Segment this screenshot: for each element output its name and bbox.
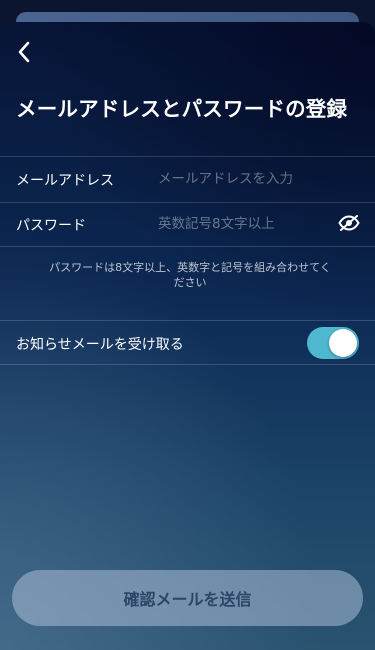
divider [0, 320, 375, 321]
password-input[interactable] [158, 212, 328, 236]
chevron-left-icon [18, 41, 30, 63]
email-label: メールアドレス [16, 173, 114, 189]
registration-sheet: メールアドレスとパスワードの登録 メールアドレス パスワード パスワードは8文字… [0, 22, 375, 650]
newsletter-label: お知らせメールを受け取る [16, 337, 184, 353]
back-button[interactable] [10, 38, 38, 66]
eye-off-icon [338, 215, 360, 231]
divider [0, 202, 375, 203]
divider [0, 246, 375, 247]
newsletter-toggle[interactable] [307, 327, 359, 359]
password-visibility-toggle[interactable] [336, 212, 362, 234]
divider [0, 156, 375, 157]
toggle-knob [329, 329, 357, 357]
send-confirmation-button[interactable]: 確認メールを送信 [12, 570, 363, 626]
password-hint: パスワードは8文字以上、英数字と記号を組み合わせてください [49, 261, 331, 289]
password-label: パスワード [16, 218, 86, 234]
page-title: メールアドレスとパスワードの登録 [16, 97, 348, 121]
screen: メールアドレスとパスワードの登録 メールアドレス パスワード パスワードは8文字… [0, 0, 375, 650]
divider [0, 364, 375, 365]
email-input[interactable] [158, 167, 328, 191]
